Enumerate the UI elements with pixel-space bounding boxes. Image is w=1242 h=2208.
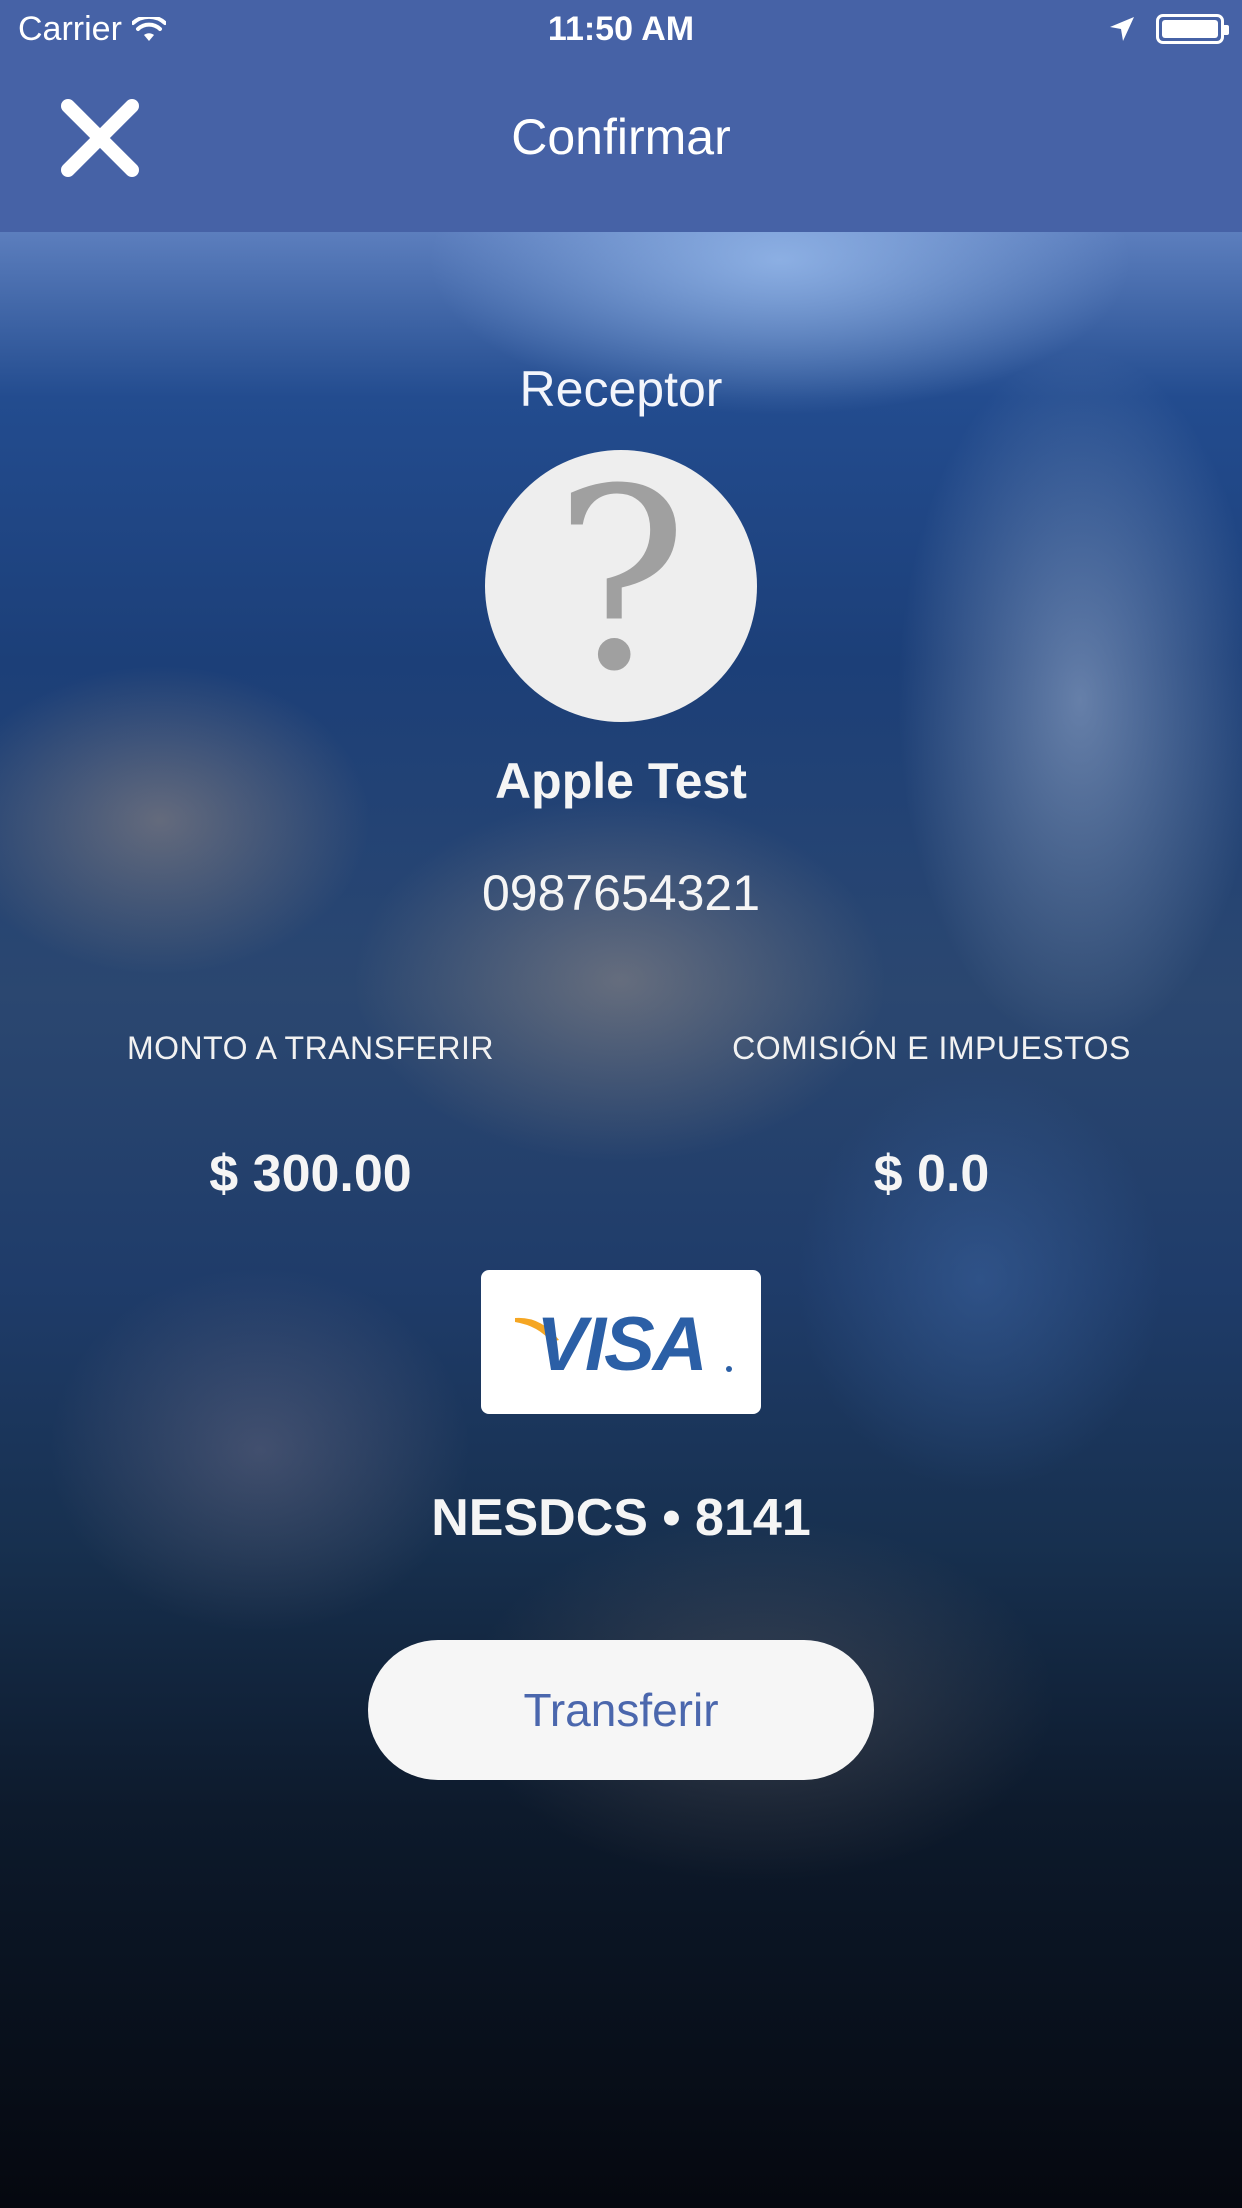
- visa-logo-graphic: VISA: [515, 1302, 732, 1387]
- transfer-amount-value: $ 300.00: [209, 1145, 412, 1203]
- status-bar: Carrier 11:50 AM: [0, 0, 1242, 62]
- question-mark-icon: ?: [553, 450, 689, 722]
- location-arrow-icon: [1110, 17, 1134, 41]
- visa-brand-text: VISA: [536, 1302, 705, 1387]
- transfer-button[interactable]: Transferir: [368, 1640, 874, 1780]
- navigation-bar: Confirmar: [0, 62, 1242, 232]
- transfer-amount-label: MONTO A TRANSFERIR: [127, 1030, 494, 1066]
- background-image: [0, 0, 1242, 2208]
- receiver-phone: 0987654321: [481, 865, 761, 921]
- receiver-label: Receptor: [519, 361, 723, 417]
- page-title: Confirmar: [511, 109, 731, 165]
- battery-fill: [1162, 20, 1218, 38]
- status-right-group: [1108, 14, 1229, 44]
- receiver-name: Apple Test: [495, 753, 747, 809]
- status-time: 11:50 AM: [547, 10, 695, 48]
- fee-label: COMISIÓN E IMPUESTOS: [732, 1030, 1131, 1066]
- fee-value: $ 0.0: [873, 1145, 990, 1203]
- battery-icon: [1156, 14, 1229, 44]
- visa-logo: VISA: [481, 1270, 761, 1414]
- avatar: ?: [485, 450, 757, 722]
- card-identifier: NESDCS • 8141: [431, 1489, 811, 1547]
